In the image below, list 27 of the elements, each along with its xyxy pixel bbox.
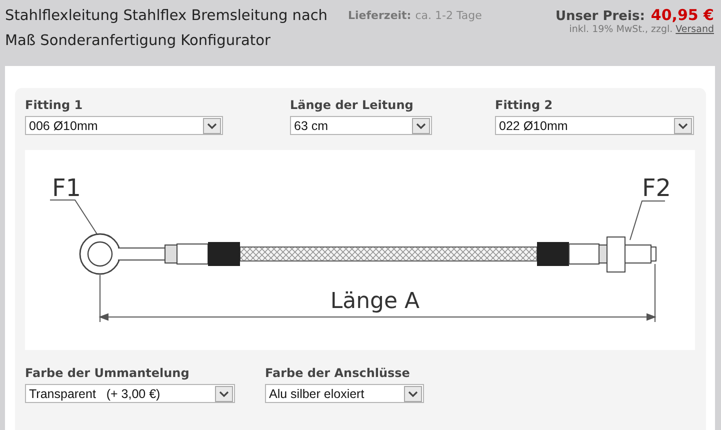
caret-icon — [404, 386, 422, 402]
tax-note: inkl. 19% MwSt., zzgl. — [569, 24, 673, 35]
price: 40,95 € — [650, 6, 714, 24]
field-label: Fitting 2 — [495, 98, 554, 112]
page-title: Stahlflexleitung Stahlflex Bremsleitung nach Maß Sonderanfertigung Konfigurator — [5, 7, 328, 51]
dropdown[interactable]: 022 Ø10mm — [495, 116, 694, 135]
price-label: Unser Preis: — [555, 9, 645, 24]
fitting-label: F2 — [642, 174, 672, 202]
field-label: Farbe der Anschlüsse — [265, 366, 411, 380]
fitting-label: F1 — [52, 174, 82, 202]
caret-icon — [215, 386, 233, 402]
length-label: Länge A — [330, 289, 420, 314]
caret-icon — [203, 118, 221, 134]
leader-line — [630, 200, 666, 240]
delivery-label: Lieferzeit: — [348, 9, 412, 22]
dropdown[interactable]: Transparent (+ 3,00 €) — [25, 384, 235, 403]
leader-line — [50, 200, 98, 234]
field-label: Fitting 1 — [25, 98, 84, 112]
field-label: Länge der Leitung — [290, 98, 414, 112]
field-label: Farbe der Ummantelung — [25, 366, 190, 380]
caret-icon — [412, 118, 430, 134]
dropdown[interactable]: 006 Ø10mm — [25, 116, 223, 135]
delivery-time: ca. 1-2 Tage — [415, 9, 482, 22]
shipping-link[interactable]: Versand — [676, 24, 714, 35]
dropdown[interactable]: 63 cm — [290, 116, 432, 135]
dropdown[interactable]: Alu silber eloxiert — [265, 384, 424, 403]
caret-icon — [674, 118, 692, 134]
